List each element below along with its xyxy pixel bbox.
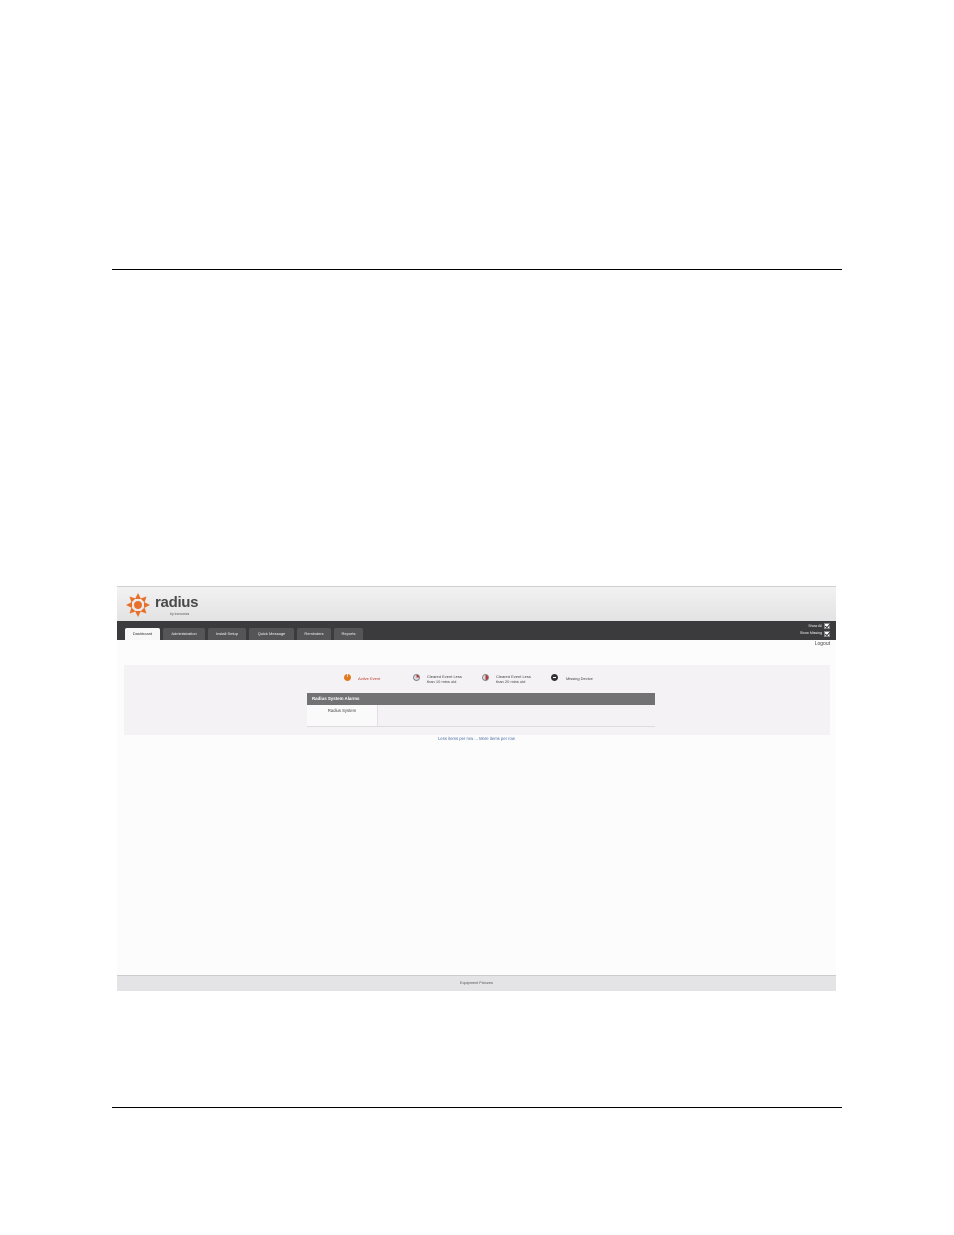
- legend-active-event: Active Event: [358, 676, 381, 681]
- less-items-link[interactable]: Less items per row: [438, 736, 473, 741]
- alarm-tile-radius-system[interactable]: Radius System: [307, 705, 378, 726]
- tab-reports[interactable]: Reports: [334, 628, 363, 640]
- tab-administration[interactable]: Administration: [163, 628, 205, 640]
- equipment-pictures-link[interactable]: Equipment Pictures: [460, 981, 493, 985]
- main-nav: Dashboard Administration Install Setup Q…: [117, 621, 836, 640]
- legend-cleared-10-line2: than 10 mins old: [427, 679, 457, 684]
- show-missing-checkbox[interactable]: [824, 631, 830, 637]
- missing-device-icon: [551, 674, 558, 681]
- logo-subtitle: by inovonics: [170, 612, 190, 616]
- cleared-20-pie-icon: [482, 674, 489, 681]
- sunburst-logo-icon: [126, 593, 150, 617]
- row-size-controls: Less items per row ... More items per ro…: [117, 736, 836, 741]
- tab-dashboard[interactable]: Dashboard: [125, 628, 160, 640]
- tab-quick-message[interactable]: Quick Message: [249, 628, 294, 640]
- alarms-panel-body: Radius System: [307, 705, 655, 727]
- radius-logo[interactable]: radius by inovonics: [125, 591, 215, 619]
- app-screenshot: radius by inovonics Dashboard Administra…: [117, 586, 836, 991]
- footer-bar: Equipment Pictures: [117, 975, 836, 991]
- page-rule-top: [112, 269, 842, 270]
- legend-cleared-20-line2: than 20 mins old: [496, 679, 526, 684]
- tab-install-setup[interactable]: Install Setup: [208, 628, 246, 640]
- cleared-10-pie-icon: [413, 674, 420, 681]
- legend-missing-device: Missing Device: [566, 676, 593, 681]
- logo-wordmark: radius: [155, 594, 199, 611]
- more-items-link[interactable]: More items per row: [479, 736, 515, 741]
- app-header: radius by inovonics: [117, 586, 836, 622]
- page-rule-bottom: [112, 1107, 842, 1108]
- logout-link[interactable]: Logout: [815, 641, 830, 647]
- alarms-panel-title: Radius System Alarms: [307, 693, 655, 705]
- active-event-icon: [344, 673, 351, 681]
- show-all-label: Show All: [808, 624, 822, 628]
- show-all-checkbox[interactable]: [824, 623, 830, 629]
- show-missing-label: Show Missing: [799, 631, 822, 635]
- tab-reminders[interactable]: Reminders: [297, 628, 331, 640]
